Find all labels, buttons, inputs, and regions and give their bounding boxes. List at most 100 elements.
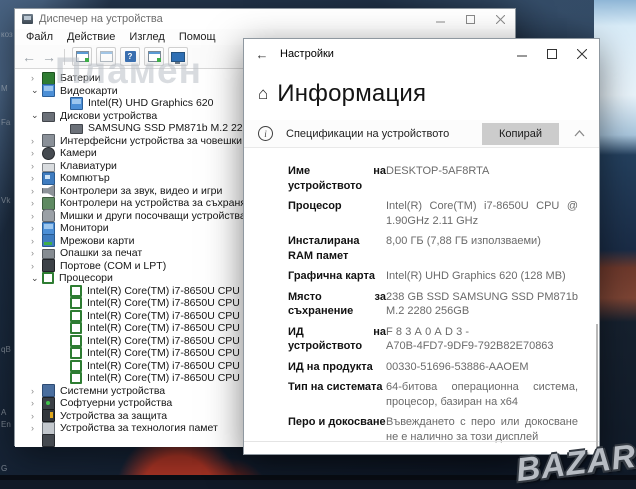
device-category-icon — [42, 384, 55, 397]
device-category-icon — [70, 285, 82, 297]
spec-value: 8,00 ГБ (7,88 ГБ използваеми) — [386, 234, 578, 263]
device-category-icon — [42, 209, 55, 222]
expand-chevron-icon[interactable]: › — [31, 261, 42, 271]
device-category-icon — [42, 234, 55, 247]
spec-row: Тип на системата 64-битова операционна с… — [288, 380, 599, 409]
card-title: Спецификации на устройството — [286, 128, 449, 140]
device-category-icon — [70, 360, 82, 372]
expand-chevron-icon[interactable]: ⌄ — [31, 110, 42, 121]
maximize-icon[interactable] — [537, 39, 567, 69]
spec-row: ИД на продукта 00330-51696-53886-AAOEM — [288, 360, 599, 375]
expand-chevron-icon[interactable]: ⌄ — [31, 85, 42, 96]
expand-chevron-icon[interactable]: › — [31, 136, 42, 146]
tree-item-label: Опашки за печат — [60, 247, 142, 259]
device-manager-app-icon — [22, 14, 33, 24]
device-category-icon — [42, 397, 55, 410]
device-category-icon — [42, 197, 55, 210]
expand-chevron-icon[interactable]: › — [31, 73, 42, 83]
spec-value: 64-битова операционна система, процесор,… — [386, 380, 578, 409]
device-manager-title: Диспечер на устройства — [39, 13, 163, 25]
tree-item-label: Камери — [60, 147, 97, 159]
expand-chevron-icon[interactable]: › — [31, 198, 42, 208]
maximize-icon[interactable] — [455, 9, 485, 29]
device-category-icon — [70, 97, 83, 110]
spec-value: 238 GB SSD SAMSUNG SSD PM871b M.2 2280 2… — [386, 290, 578, 319]
expand-chevron-icon[interactable]: › — [31, 173, 42, 183]
close-icon[interactable] — [567, 39, 597, 69]
desktop-icon-label: qB — [1, 345, 11, 354]
device-category-icon — [42, 409, 55, 422]
expand-chevron-icon[interactable]: › — [31, 411, 42, 421]
spec-row: Инсталирана RAM памет 8,00 ГБ (7,88 ГБ и… — [288, 234, 599, 263]
spec-label: Процесор — [288, 199, 386, 228]
expand-chevron-icon[interactable]: ⌄ — [31, 273, 42, 284]
desktop-icon-label: En — [1, 420, 11, 429]
desktop-wallpaper-right — [594, 0, 636, 480]
desktop-icon-label: A — [1, 408, 6, 417]
device-category-icon — [70, 372, 82, 384]
minimize-icon[interactable] — [507, 39, 537, 69]
expand-chevron-icon[interactable]: › — [31, 248, 42, 258]
scrollbar[interactable] — [596, 324, 598, 452]
photographer-watermark: Пламен — [55, 50, 202, 92]
expand-chevron-icon[interactable]: › — [31, 148, 42, 158]
tree-item-label: Устройства за технология памет — [60, 422, 218, 434]
spec-label: Перо и докосване — [288, 415, 386, 444]
close-icon[interactable] — [485, 9, 515, 29]
expand-chevron-icon[interactable]: › — [31, 236, 42, 246]
copy-button[interactable]: Копирай — [482, 123, 559, 145]
tree-item-label: Контролери за звук, видео и игри — [60, 185, 222, 197]
expand-chevron-icon[interactable]: › — [31, 211, 42, 221]
tree-item-label: Монитори — [60, 222, 109, 234]
menu-view[interactable]: Изглед — [122, 31, 171, 43]
info-icon: i — [258, 126, 273, 141]
device-specifications-header: i Спецификации на устройството Копирай — [244, 120, 599, 148]
menu-help[interactable]: Помощ — [172, 31, 223, 43]
back-arrow-icon[interactable]: ← — [21, 49, 37, 65]
expand-chevron-icon[interactable]: › — [31, 398, 42, 408]
back-button[interactable]: ← — [244, 47, 280, 62]
expand-chevron-icon[interactable]: › — [31, 386, 42, 396]
tree-item-label: Мрежови карти — [60, 235, 134, 247]
expand-chevron-icon[interactable]: › — [31, 223, 42, 233]
device-category-icon — [70, 297, 82, 309]
expand-chevron-icon[interactable]: › — [31, 161, 42, 171]
chevron-up-icon[interactable] — [574, 130, 585, 137]
page-header: ⌂ Информация — [244, 77, 599, 111]
spec-value: 00330-51696-53886-AAOEM — [386, 360, 578, 375]
device-category-icon — [70, 124, 83, 134]
spec-value: DESKTOP-5AF8RTA — [386, 164, 578, 193]
spec-value: Intel(R) Core(TM) i7-8650U CPU @ 1.90GHz… — [386, 199, 578, 228]
menu-file[interactable]: Файл — [19, 31, 60, 43]
desktop-icon-label: Fa — [1, 118, 10, 127]
expand-chevron-icon[interactable]: › — [31, 186, 42, 196]
desktop-icon-label: G — [1, 464, 7, 473]
desktop-icon-label: Vk — [1, 196, 10, 205]
desktop-icon-label: M — [1, 84, 8, 93]
device-manager-titlebar[interactable]: Диспечер на устройства — [15, 9, 515, 29]
device-category-icon — [42, 434, 55, 447]
spec-row: Име на устройството DESKTOP-5AF8RTA — [288, 164, 599, 193]
home-icon: ⌂ — [258, 84, 268, 104]
tree-item-label: Intel(R) UHD Graphics 620 — [88, 97, 213, 109]
spec-label: Име на устройството — [288, 164, 386, 193]
section-divider — [244, 441, 599, 442]
menu-action[interactable]: Действие — [60, 31, 122, 43]
tree-item-label: Портове (COM и LPT) — [60, 260, 166, 272]
minimize-icon[interactable] — [425, 9, 455, 29]
spec-row: ИД на устройството F83A0AD3-A70B-4FD7-9D… — [288, 325, 599, 354]
device-category-icon — [42, 222, 55, 235]
page-title: Информация — [277, 80, 426, 108]
settings-title: Настройки — [280, 48, 334, 60]
device-category-icon — [70, 322, 82, 334]
spec-row: Място за съхранение 238 GB SSD SAMSUNG S… — [288, 290, 599, 319]
device-category-icon — [70, 347, 82, 359]
tree-item-label: Софтуерни устройства — [60, 397, 172, 409]
device-category-icon — [42, 112, 55, 122]
tree-item-label: Дискови устройства — [60, 110, 157, 122]
device-category-icon — [42, 172, 55, 185]
device-category-icon — [42, 163, 55, 172]
spec-label: ИД на устройството — [288, 325, 386, 354]
settings-titlebar[interactable]: ← Настройки — [244, 39, 599, 69]
expand-chevron-icon[interactable]: › — [31, 423, 42, 433]
